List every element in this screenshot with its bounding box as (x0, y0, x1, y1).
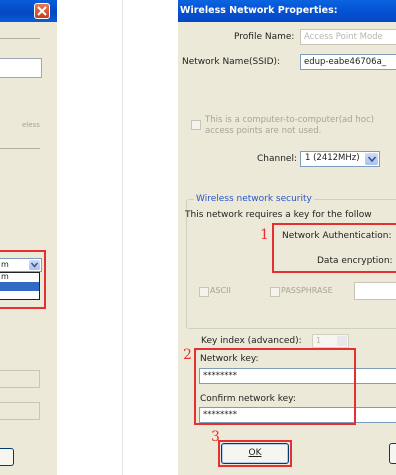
passphrase-label: PASSPHRASE (281, 286, 333, 295)
security-group-label: Wireless network security (194, 194, 314, 204)
adhoc-checkbox[interactable] (191, 120, 201, 130)
annotation-box-2 (194, 348, 356, 425)
chevron-down-icon[interactable] (365, 153, 378, 165)
chevron-down-icon[interactable] (337, 336, 347, 346)
ok-button[interactable]: OK (221, 443, 289, 464)
ssid-label: Network Name(SSID): (182, 57, 281, 67)
cancel-button[interactable] (389, 443, 396, 464)
profile-name-field[interactable]: Access Point Mode (300, 29, 396, 45)
left-dialog-window: eless m m (0, 0, 57, 475)
left-ok-button[interactable] (0, 448, 14, 466)
security-intro-text: This network requires a key for the foll… (185, 210, 372, 220)
key-index-value: 1 (316, 336, 322, 345)
window-title: Wireless Network Properties: (180, 5, 338, 16)
adhoc-text-line2: access points are not used. (205, 126, 322, 136)
wireless-properties-window: Wireless Network Properties: Profile Nam… (178, 0, 396, 475)
key-index-label: Key index (advanced): (201, 336, 302, 346)
ssid-field[interactable]: edup-eabe46706a_ (300, 54, 396, 70)
channel-select[interactable]: 1 (2412MHz) (300, 151, 380, 167)
key-index-select[interactable]: 1 (312, 334, 349, 348)
passphrase-checkbox[interactable] (270, 287, 280, 297)
ascii-checkbox[interactable] (199, 287, 209, 297)
channel-value: 1 (2412MHz) (305, 153, 360, 163)
left-divider (0, 38, 40, 39)
channel-label: Channel: (257, 154, 297, 164)
left-text-field[interactable] (0, 58, 42, 78)
passphrase-field[interactable] (354, 282, 396, 300)
title-bar: Wireless Network Properties: (178, 0, 396, 22)
left-disabled-field (0, 370, 40, 388)
left-annotation-box (0, 250, 46, 309)
adhoc-text-line1: This is a computer-to-computer(ad hoc) (205, 115, 374, 125)
ascii-label: ASCII (210, 286, 231, 295)
left-disabled-field (0, 402, 40, 420)
annotation-marker-1: 1 (260, 227, 269, 243)
annotation-marker-2: 2 (183, 347, 192, 363)
panel-divider (122, 0, 123, 475)
profile-name-label: Profile Name: (234, 32, 295, 42)
left-faint-text: eless (22, 121, 40, 129)
left-divider (0, 148, 40, 149)
close-icon[interactable] (34, 3, 50, 19)
ok-button-label: OK (248, 448, 262, 458)
annotation-box-1 (272, 223, 396, 273)
